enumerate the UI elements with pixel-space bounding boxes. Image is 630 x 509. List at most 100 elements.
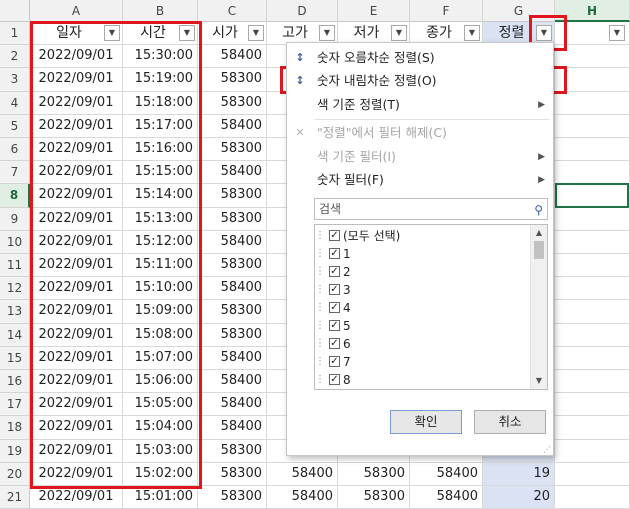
cell[interactable]: 58400 bbox=[198, 45, 267, 69]
checkbox[interactable]: ✓ bbox=[329, 266, 340, 277]
filter-search-input[interactable]: 검색 ⚲ bbox=[314, 198, 548, 220]
cell[interactable]: 58300 bbox=[198, 68, 267, 92]
cell[interactable]: 58300 bbox=[338, 462, 410, 486]
row-header[interactable]: 16 bbox=[0, 370, 30, 394]
cell[interactable] bbox=[555, 138, 630, 162]
column-header-a[interactable]: A bbox=[30, 0, 123, 22]
cancel-button[interactable]: 취소 bbox=[474, 410, 546, 434]
cell[interactable]: 58400 bbox=[198, 346, 267, 370]
cell[interactable]: 58400 bbox=[410, 462, 483, 486]
cell[interactable]: 58300 bbox=[338, 486, 410, 509]
cell[interactable] bbox=[555, 230, 630, 254]
menu-sort-ascending[interactable]: ↕ 숫자 오름차순 정렬(S) bbox=[287, 47, 553, 69]
checkbox[interactable]: ✓ bbox=[329, 248, 340, 259]
column-header-d[interactable]: D bbox=[267, 0, 338, 22]
cell[interactable] bbox=[555, 161, 630, 185]
resize-grip-icon[interactable]: ⋰ bbox=[543, 445, 551, 454]
row-header[interactable]: 21 bbox=[0, 486, 30, 509]
cell[interactable]: 58300 bbox=[198, 486, 267, 509]
menu-number-filter[interactable]: 숫자 필터(F) ▶ bbox=[287, 169, 553, 191]
cell[interactable] bbox=[555, 91, 630, 115]
cell[interactable]: 58300 bbox=[198, 207, 267, 231]
cell[interactable]: 58300 bbox=[198, 300, 267, 324]
row-header[interactable]: 2 bbox=[0, 45, 30, 69]
checkbox[interactable]: ✓ bbox=[329, 374, 340, 385]
cell[interactable]: 58400 bbox=[198, 230, 267, 254]
filter-dropdown-button[interactable]: ▼ bbox=[391, 25, 407, 41]
row-header[interactable]: 1 bbox=[0, 22, 30, 46]
cell[interactable] bbox=[555, 486, 630, 509]
cell[interactable] bbox=[555, 277, 630, 301]
cell[interactable]: 58400 bbox=[198, 114, 267, 138]
cell[interactable]: 58300 bbox=[198, 184, 267, 208]
cell[interactable]: 58400 bbox=[198, 393, 267, 417]
cell[interactable]: 58300 bbox=[198, 91, 267, 115]
cell[interactable]: 58400 bbox=[267, 486, 338, 509]
scroll-thumb[interactable] bbox=[534, 241, 544, 259]
cell[interactable]: 58400 bbox=[198, 277, 267, 301]
select-all-corner[interactable] bbox=[0, 0, 30, 22]
cell[interactable] bbox=[555, 370, 630, 394]
cell[interactable]: 58300 bbox=[198, 439, 267, 463]
row-header[interactable]: 18 bbox=[0, 416, 30, 440]
row-header[interactable]: 9 bbox=[0, 207, 30, 231]
row-header[interactable]: 11 bbox=[0, 254, 30, 278]
row-header[interactable]: 17 bbox=[0, 393, 30, 417]
filter-dropdown-button[interactable]: ▼ bbox=[248, 25, 264, 41]
list-scrollbar[interactable]: ▲ ▼ bbox=[530, 225, 547, 389]
cell[interactable]: 58400 bbox=[198, 416, 267, 440]
row-header[interactable]: 8 bbox=[0, 184, 30, 208]
cell[interactable] bbox=[555, 300, 630, 324]
cell[interactable]: 58300 bbox=[198, 254, 267, 278]
row-header[interactable]: 15 bbox=[0, 346, 30, 370]
row-header[interactable]: 3 bbox=[0, 68, 30, 92]
menu-filter-by-color[interactable]: 색 기준 필터(I) ▶ bbox=[287, 146, 553, 168]
row-header[interactable]: 4 bbox=[0, 91, 30, 115]
cell[interactable]: 58300 bbox=[198, 138, 267, 162]
row-header[interactable]: 13 bbox=[0, 300, 30, 324]
row-header[interactable]: 14 bbox=[0, 323, 30, 347]
checkbox[interactable]: ✓ bbox=[329, 320, 340, 331]
checkbox[interactable]: ✓ bbox=[329, 230, 340, 241]
checkbox[interactable]: ✓ bbox=[329, 284, 340, 295]
checkbox[interactable]: ✓ bbox=[329, 356, 340, 367]
filter-dropdown-button[interactable]: ▼ bbox=[464, 25, 480, 41]
row-header[interactable]: 19 bbox=[0, 439, 30, 463]
row-header[interactable]: 6 bbox=[0, 138, 30, 162]
row-header[interactable]: 5 bbox=[0, 114, 30, 138]
row-header[interactable]: 12 bbox=[0, 277, 30, 301]
column-header-f[interactable]: F bbox=[410, 0, 483, 22]
cell[interactable]: 58400 bbox=[267, 462, 338, 486]
checkbox[interactable]: ✓ bbox=[329, 302, 340, 313]
cell[interactable]: 20 bbox=[483, 486, 555, 509]
ok-button[interactable]: 확인 bbox=[390, 410, 462, 434]
scroll-down-icon[interactable]: ▼ bbox=[531, 373, 547, 389]
cell[interactable]: 58400 bbox=[198, 370, 267, 394]
menu-clear-filter[interactable]: ✕ "정렬"에서 필터 해제(C) bbox=[287, 122, 553, 144]
column-header-c[interactable]: C bbox=[198, 0, 267, 22]
cell[interactable] bbox=[555, 346, 630, 370]
cell[interactable] bbox=[555, 323, 630, 347]
row-header[interactable]: 7 bbox=[0, 161, 30, 185]
cell[interactable]: 2022/09/01 bbox=[30, 486, 123, 509]
row-header[interactable]: 10 bbox=[0, 230, 30, 254]
cell[interactable]: 58300 bbox=[198, 462, 267, 486]
cell[interactable] bbox=[555, 439, 630, 463]
cell[interactable] bbox=[555, 114, 630, 138]
cell[interactable]: 19 bbox=[483, 462, 555, 486]
row-header[interactable]: 20 bbox=[0, 462, 30, 486]
checkbox[interactable]: ✓ bbox=[329, 338, 340, 349]
cell[interactable]: 15:01:00 bbox=[123, 486, 198, 509]
cell[interactable] bbox=[555, 207, 630, 231]
filter-dropdown-button[interactable]: ▼ bbox=[319, 25, 335, 41]
column-header-e[interactable]: E bbox=[338, 0, 410, 22]
cell[interactable] bbox=[555, 393, 630, 417]
menu-sort-by-color[interactable]: 색 기준 정렬(T) ▶ bbox=[287, 94, 553, 116]
cell[interactable] bbox=[555, 254, 630, 278]
column-header-b[interactable]: B bbox=[123, 0, 198, 22]
cell[interactable] bbox=[555, 416, 630, 440]
cell[interactable] bbox=[555, 462, 630, 486]
menu-sort-descending[interactable]: ↕ 숫자 내림차순 정렬(O) bbox=[287, 70, 553, 92]
cell[interactable]: 58400 bbox=[410, 486, 483, 509]
scroll-up-icon[interactable]: ▲ bbox=[531, 225, 547, 241]
